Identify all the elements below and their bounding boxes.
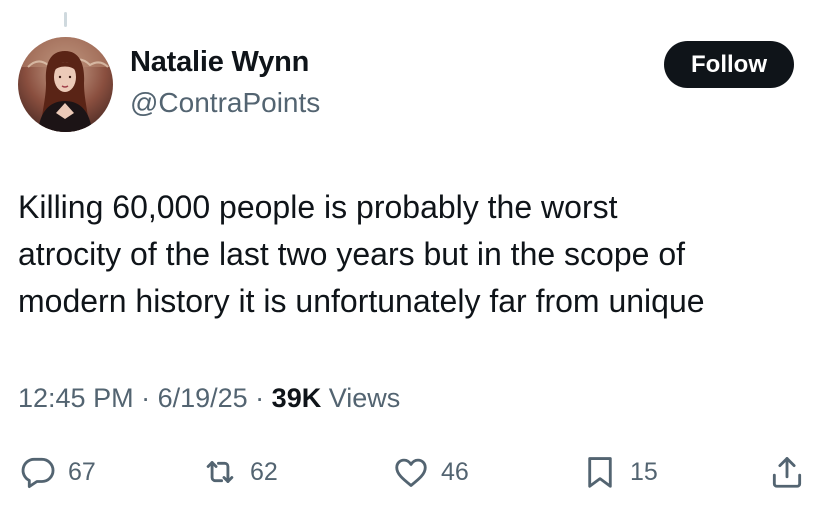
tweet-text: Killing 60,000 people is probably the wo… (18, 184, 818, 325)
follow-button[interactable]: Follow (664, 41, 794, 88)
tweet-metadata: 12:45 PM · 6/19/25 · 39K Views (18, 383, 400, 414)
share-upload-icon (768, 453, 806, 491)
repost-count: 62 (250, 457, 278, 486)
meta-separator: · (133, 383, 158, 413)
views-count: 39K (271, 383, 322, 413)
reply-button[interactable]: 67 (19, 450, 96, 494)
speech-bubble-icon (19, 453, 57, 491)
avatar-image (18, 37, 113, 132)
tweet-time[interactable]: 12:45 PM (18, 383, 134, 413)
tweet-text-line: modern history it is unfortunately far f… (18, 283, 705, 319)
tweet-text-line: Killing 60,000 people is probably the wo… (18, 189, 618, 225)
like-count: 46 (441, 457, 469, 486)
views-label: Views (321, 383, 401, 413)
bookmark-count: 15 (630, 457, 658, 486)
author-handle[interactable]: @ContraPoints (130, 87, 320, 119)
repost-arrows-icon (201, 453, 239, 491)
author-name[interactable]: Natalie Wynn (130, 46, 309, 79)
bookmark-icon (581, 453, 619, 491)
repost-button[interactable]: 62 (201, 450, 278, 494)
like-button[interactable]: 46 (392, 450, 469, 494)
heart-icon (392, 453, 430, 491)
share-button[interactable] (768, 450, 806, 494)
tweet-date[interactable]: 6/19/25 (158, 383, 248, 413)
avatar[interactable] (18, 37, 113, 132)
tweet-text-line: atrocity of the last two years but in th… (18, 236, 686, 272)
thread-connector-line (64, 12, 67, 27)
bookmark-button[interactable]: 15 (581, 450, 658, 494)
meta-separator: · (247, 383, 272, 413)
reply-count: 67 (68, 457, 96, 486)
